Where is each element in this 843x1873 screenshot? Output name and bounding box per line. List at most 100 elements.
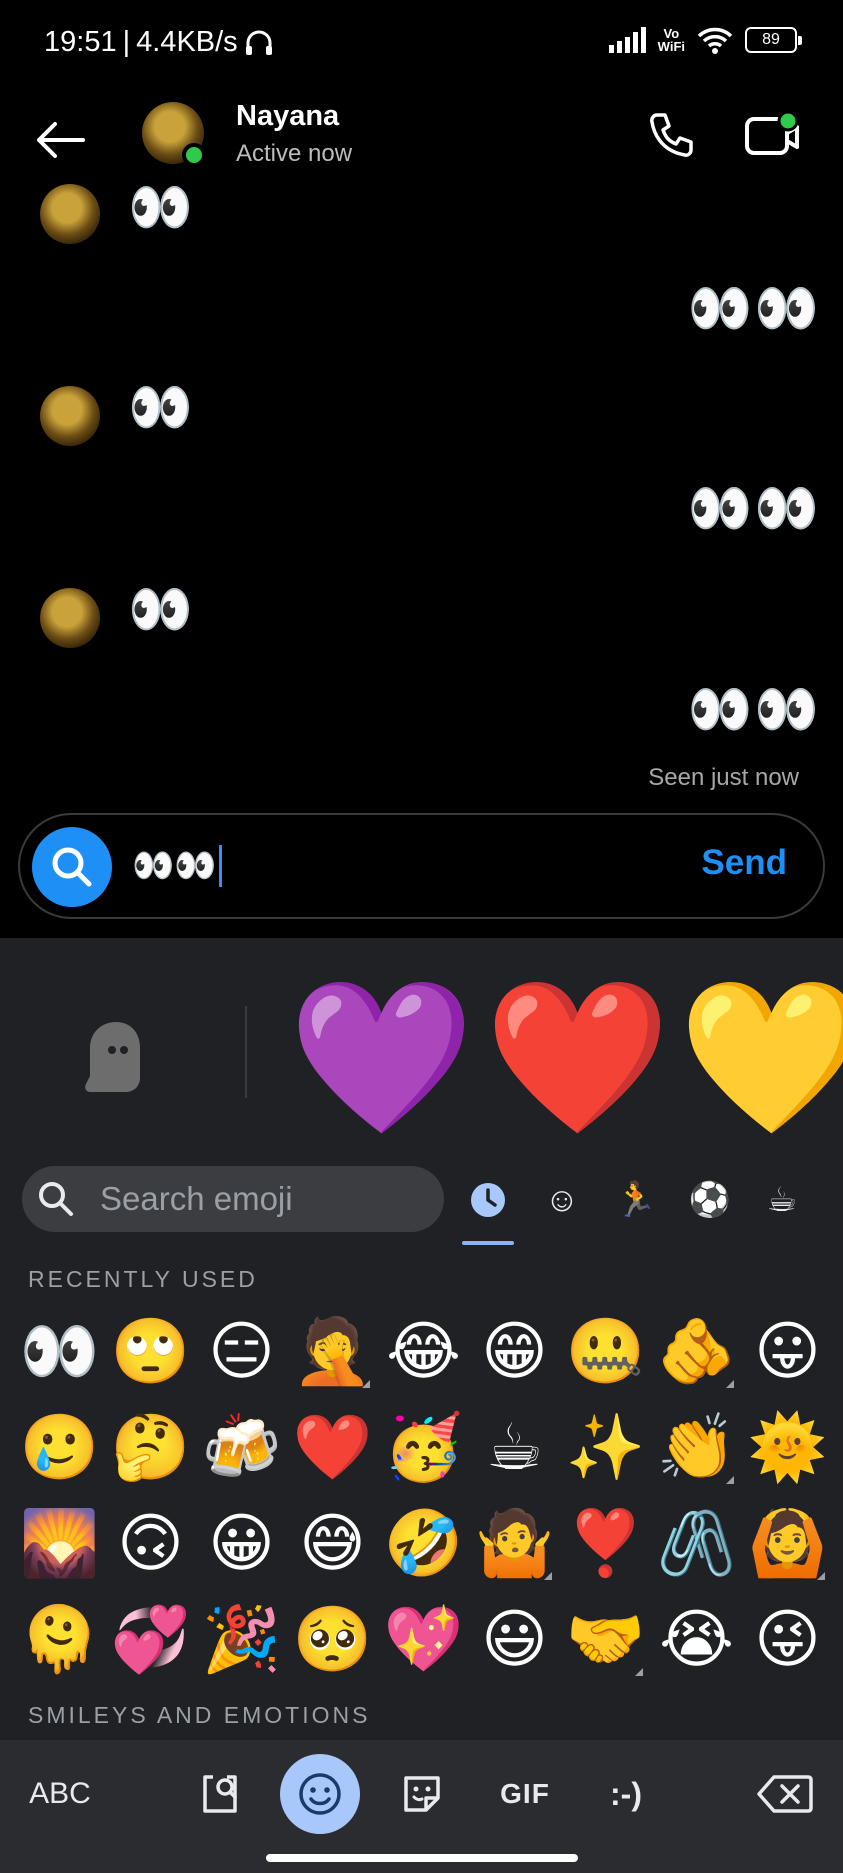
video-camera-icon xyxy=(745,110,799,155)
emoji-key[interactable]: 🌄 xyxy=(14,1496,105,1592)
status-bar: 19:51 | 4.4KB/s Vo WiFi 89 xyxy=(0,0,843,92)
emoji-key[interactable]: 🙃 xyxy=(105,1496,196,1592)
contact-status: Active now xyxy=(236,140,353,167)
tab-people[interactable]: 🏃 xyxy=(610,1174,662,1226)
emoji-key[interactable]: 😭 xyxy=(651,1592,742,1688)
emoji-key[interactable]: 💞 xyxy=(105,1592,196,1688)
clipboard-search-icon xyxy=(203,1775,237,1813)
avatar xyxy=(40,184,100,244)
arrow-left-icon xyxy=(37,122,85,158)
seen-label: Seen just now xyxy=(648,764,799,791)
search-icon xyxy=(39,1182,73,1216)
divider xyxy=(245,1006,247,1098)
phone-icon xyxy=(650,113,693,157)
gif-key[interactable]: GIF xyxy=(490,1754,560,1834)
battery-level: 89 xyxy=(762,31,780,48)
message-input-value: 👀👀 xyxy=(132,847,217,885)
emoji-grid: 👀 🙄 😑 🤦 😂 😁 🤐 🫵 😛 🥲 🤔 🍻 ❤️ 🥳 ☕ ✨ 👏 🌞 🌄 🙃… xyxy=(14,1304,834,1688)
emoji-key[interactable]: 🖇️ xyxy=(651,1496,742,1592)
emoji-key[interactable]: 😛 xyxy=(742,1304,833,1400)
emoji-key[interactable]: 🤐 xyxy=(560,1304,651,1400)
emoji-key[interactable]: 👀 xyxy=(14,1304,105,1400)
abc-key[interactable]: ABC xyxy=(20,1754,100,1834)
emoji-search-placeholder: Search emoji xyxy=(100,1180,293,1217)
tab-smileys[interactable]: ☺ xyxy=(536,1174,588,1226)
emoji-key[interactable]: ☕ xyxy=(469,1400,560,1496)
sticker-suggestions: 💜 ❤️ 💛 xyxy=(0,938,843,1141)
chat-header: Nayana Active now xyxy=(0,92,843,192)
emoji-key[interactable]: 🤝 xyxy=(560,1592,651,1688)
emoji-key[interactable]: 😂 xyxy=(378,1304,469,1400)
emoji-tab-key[interactable] xyxy=(280,1754,360,1834)
message-composer: 👀👀 Send xyxy=(18,813,825,919)
section-smileys: SMILEYS AND EMOTIONS xyxy=(28,1702,371,1728)
home-indicator[interactable] xyxy=(266,1854,578,1862)
emoji-key[interactable]: 🙆 xyxy=(742,1496,833,1592)
emoji-key[interactable]: 😑 xyxy=(196,1304,287,1400)
emoji-key[interactable]: 🎉 xyxy=(196,1592,287,1688)
smiley-icon xyxy=(299,1773,341,1815)
sticker-purple-heart-eyes[interactable]: 💜 xyxy=(288,972,475,1142)
emoji-key[interactable]: 🤔 xyxy=(105,1400,196,1496)
avatar xyxy=(40,588,100,648)
send-button[interactable]: Send xyxy=(701,843,787,883)
emoji-key[interactable]: 😅 xyxy=(287,1496,378,1592)
section-recently-used: RECENTLY USED xyxy=(28,1266,258,1292)
voice-call-button[interactable] xyxy=(640,104,702,166)
backspace-key[interactable] xyxy=(752,1754,818,1834)
emoji-key[interactable]: 🫵 xyxy=(651,1304,742,1400)
emoticon-key[interactable]: :-) xyxy=(596,1754,656,1834)
search-button[interactable] xyxy=(32,827,112,907)
headphones-icon xyxy=(245,30,272,55)
emoji-key[interactable]: ✨ xyxy=(560,1400,651,1496)
text-cursor xyxy=(218,845,222,887)
status-left: 19:51 | 4.4KB/s xyxy=(44,26,274,59)
vowifi-icon: Vo WiFi xyxy=(657,26,685,54)
sticker-red-heart-eyes[interactable]: ❤️ xyxy=(484,972,671,1142)
message-input[interactable]: 👀👀 xyxy=(132,841,222,891)
contact-name[interactable]: Nayana xyxy=(236,100,339,133)
video-call-button[interactable] xyxy=(740,104,806,166)
wifi-icon xyxy=(697,27,733,54)
sticker-key[interactable] xyxy=(392,1754,452,1834)
emoji-key[interactable]: 🤣 xyxy=(378,1496,469,1592)
keyboard-bottom-bar: ABC GIF :-) xyxy=(0,1740,843,1873)
emoji-key[interactable]: 🙄 xyxy=(105,1304,196,1400)
battery-icon: 89 xyxy=(745,27,802,53)
message-bubble[interactable]: 👀👀 xyxy=(688,479,822,539)
back-button[interactable] xyxy=(28,108,92,172)
emoji-key[interactable]: 🥲 xyxy=(14,1400,105,1496)
sticker-yellow-heart-eyes[interactable]: 💛 xyxy=(678,972,843,1142)
active-tab-indicator xyxy=(462,1241,514,1245)
ghost-icon[interactable] xyxy=(80,1018,148,1096)
status-time: 19:51 xyxy=(44,26,117,58)
emoji-key[interactable]: 🥳 xyxy=(378,1400,469,1496)
emoji-key[interactable]: 🥺 xyxy=(287,1592,378,1688)
message-bubble[interactable]: 👀 xyxy=(128,378,195,438)
emoji-key[interactable]: 😃 xyxy=(469,1592,560,1688)
signal-icon xyxy=(608,27,646,53)
tab-activities[interactable]: ⚽ xyxy=(684,1174,736,1226)
emoji-key[interactable]: 🤦 xyxy=(287,1304,378,1400)
clipboard-search-key[interactable] xyxy=(190,1754,250,1834)
emoji-key[interactable]: 🌞 xyxy=(742,1400,833,1496)
message-bubble[interactable]: 👀 xyxy=(128,580,195,640)
message-bubble[interactable]: 👀👀 xyxy=(688,680,822,740)
emoji-key[interactable]: 💖 xyxy=(378,1592,469,1688)
tab-recent[interactable] xyxy=(462,1174,514,1226)
emoji-key[interactable]: 😁 xyxy=(469,1304,560,1400)
emoji-key[interactable]: ❤️ xyxy=(287,1400,378,1496)
emoji-key[interactable]: 🍻 xyxy=(196,1400,287,1496)
emoji-key[interactable]: 😀 xyxy=(196,1496,287,1592)
message-bubble[interactable]: 👀 xyxy=(128,178,195,238)
emoji-key[interactable]: 🫠 xyxy=(14,1592,105,1688)
emoji-key[interactable]: ❣️ xyxy=(560,1496,651,1592)
emoji-search-field[interactable]: Search emoji xyxy=(22,1166,444,1232)
emoji-key[interactable]: 🤷 xyxy=(469,1496,560,1592)
sticker-icon xyxy=(404,1776,440,1812)
status-right: Vo WiFi 89 xyxy=(608,26,802,54)
emoji-key[interactable]: 👏 xyxy=(651,1400,742,1496)
emoji-key[interactable]: 😜 xyxy=(742,1592,833,1688)
tab-food[interactable]: ☕ xyxy=(756,1174,808,1226)
message-bubble[interactable]: 👀👀 xyxy=(688,279,822,339)
